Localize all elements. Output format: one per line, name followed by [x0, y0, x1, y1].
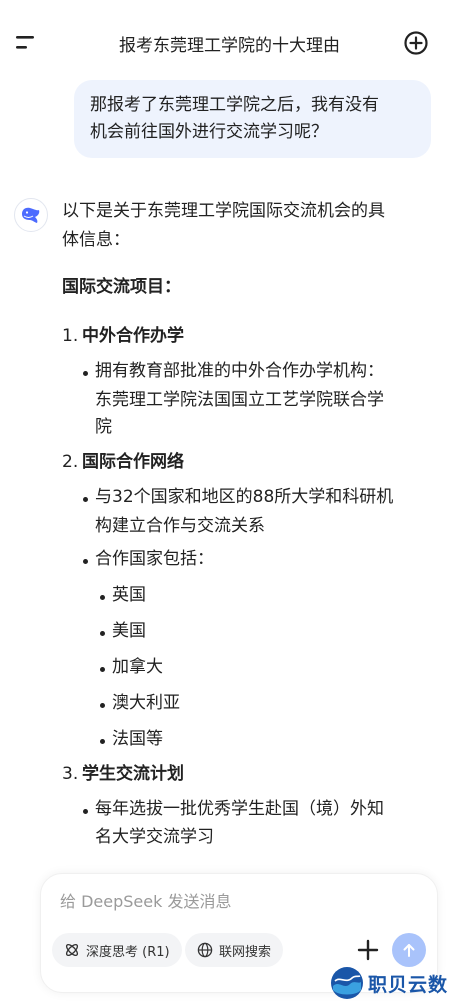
country-item: 加拿大: [112, 657, 163, 677]
bullet-dot: [83, 371, 88, 376]
country-item: 澳大利亚: [112, 693, 180, 713]
web-search-toggle[interactable]: 联网搜索: [185, 933, 284, 967]
watermark: 职贝云数: [330, 963, 448, 1003]
user-message-line: 机会前往国外进行交流学习呢？: [90, 122, 328, 142]
new-chat-icon[interactable]: [402, 29, 430, 57]
message-input[interactable]: 给 DeepSeek 发送消息: [60, 888, 231, 912]
bullet-text: 拥有教育部批准的中外合作办学机构：: [95, 361, 384, 381]
globe-icon: [197, 942, 213, 958]
deepseek-whale-icon: [22, 207, 40, 223]
chat-title: 报考东莞理工学院的十大理由: [119, 36, 340, 56]
country-item: 英国: [112, 585, 146, 605]
bullet-text: 合作国家包括：: [95, 549, 214, 569]
item-number: 3.: [62, 764, 79, 784]
send-button[interactable]: [392, 933, 426, 967]
bullet-text: 名大学交流学习: [95, 827, 214, 847]
bullet-dot: [83, 809, 88, 814]
bullet-dot: [83, 497, 88, 502]
sub-bullet-dot: [100, 703, 105, 708]
answer-intro-line: 以下是关于东莞理工学院国际交流机会的具: [62, 201, 385, 221]
assistant-avatar: [14, 198, 48, 232]
attach-plus-icon[interactable]: [355, 937, 381, 963]
user-message-bubble: 那报考了东莞理工学院之后，我有没有 机会前往国外进行交流学习呢？: [74, 80, 431, 158]
arrow-up-icon: [403, 944, 415, 957]
user-message-line: 那报考了东莞理工学院之后，我有没有: [90, 95, 379, 115]
bullet-text: 每年选拔一批优秀学生赴国（境）外知: [95, 799, 384, 819]
item-title: 学生交流计划: [82, 764, 184, 784]
sub-bullet-dot: [100, 595, 105, 600]
answer-intro-line: 体信息：: [62, 230, 130, 250]
deep-think-label: 深度思考 (R1): [86, 944, 170, 960]
section-heading: 国际交流项目：: [62, 277, 181, 297]
country-item: 美国: [112, 621, 146, 641]
watermark-logo-icon: [331, 967, 363, 999]
atom-icon: [65, 943, 79, 957]
deep-think-toggle[interactable]: 深度思考 (R1): [52, 933, 182, 967]
bullet-text: 院: [95, 417, 112, 437]
item-title: 中外合作办学: [82, 326, 184, 346]
bullet-text: 东莞理工学院法国国立工艺学院联合学: [95, 390, 384, 410]
item-number: 2.: [62, 452, 79, 472]
header-bar: 报考东莞理工学院的十大理由: [0, 0, 459, 86]
item-number: 1.: [62, 326, 79, 346]
item-title: 国际合作网络: [82, 452, 184, 472]
sub-bullet-dot: [100, 667, 105, 672]
country-item: 法国等: [112, 729, 163, 749]
web-search-label: 联网搜索: [219, 944, 272, 960]
bullet-dot: [83, 559, 88, 564]
sub-bullet-dot: [100, 739, 105, 744]
bullet-text: 与32个国家和地区的88所大学和科研机: [95, 487, 394, 507]
sub-bullet-dot: [100, 631, 105, 636]
watermark-text: 职贝云数: [368, 973, 449, 996]
bullet-text: 构建立合作与交流关系: [95, 516, 265, 536]
